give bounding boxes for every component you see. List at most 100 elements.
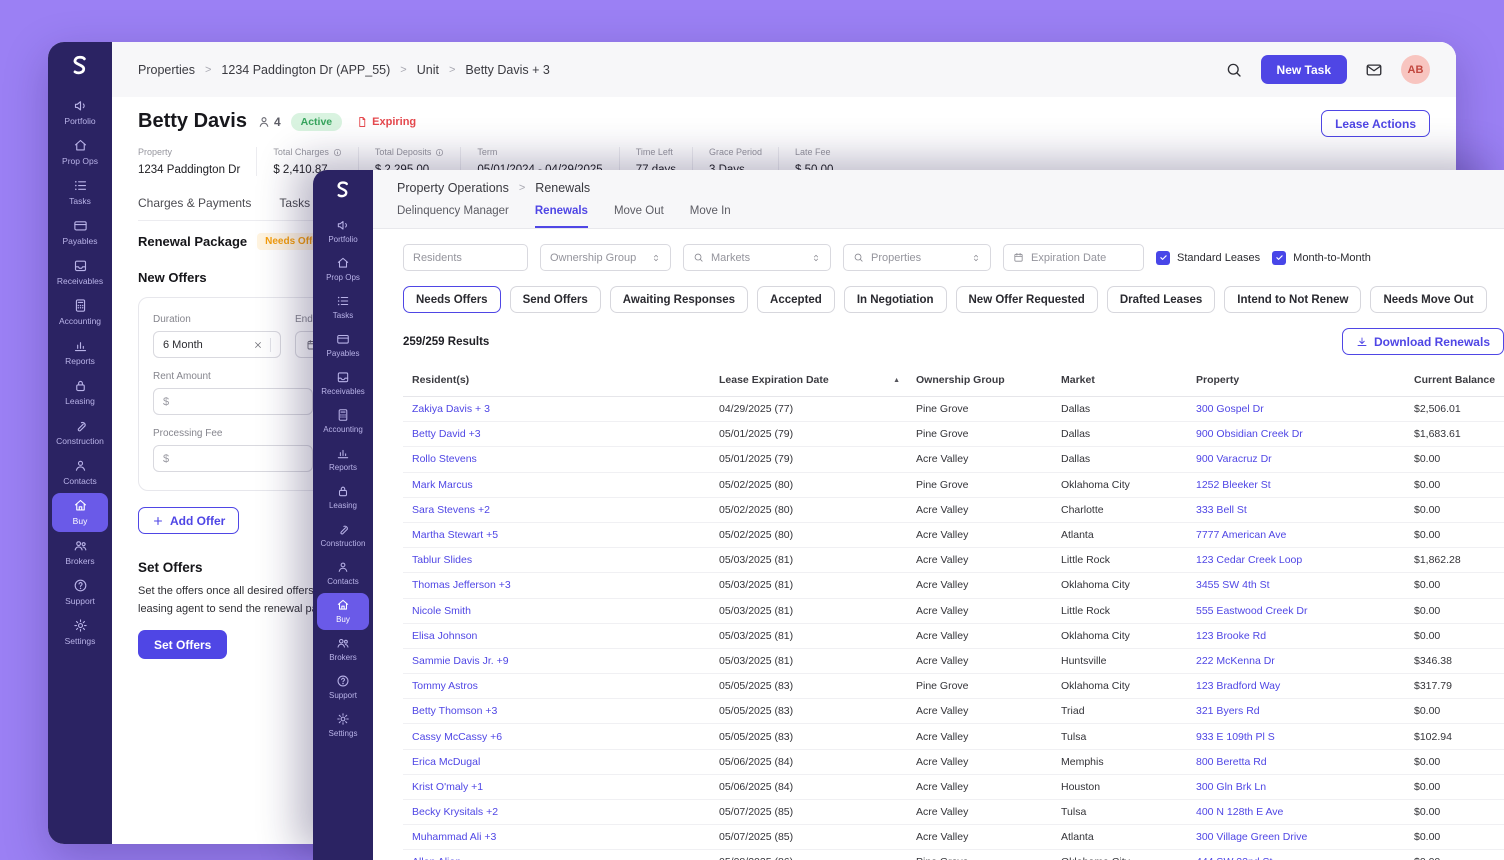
column-header-resident-s[interactable]: Resident(s)	[403, 374, 719, 386]
sidebar-item-payables[interactable]: Payables	[52, 213, 108, 252]
property-link[interactable]: 123 Bradford Way	[1196, 680, 1414, 692]
sidebar-item-brokers[interactable]: Brokers	[317, 631, 369, 668]
property-link[interactable]: 333 Bell St	[1196, 504, 1414, 516]
duration-select[interactable]: 6 Month	[153, 331, 281, 358]
property-link[interactable]: 555 Eastwood Creek Dr	[1196, 605, 1414, 617]
residents-filter-input[interactable]	[403, 244, 528, 271]
standard-leases-checkbox[interactable]: Standard Leases	[1156, 251, 1260, 265]
property-link[interactable]: 7777 American Ave	[1196, 529, 1414, 541]
rent-amount-field[interactable]	[153, 388, 313, 415]
close-icon[interactable]	[253, 340, 263, 350]
sidebar-item-construction[interactable]: Construction	[317, 517, 369, 554]
app-logo-icon[interactable]	[330, 178, 356, 204]
column-header-lease-expiration-date[interactable]: Lease Expiration Date▲	[719, 374, 916, 386]
resident-link[interactable]: Betty Thomson +3	[403, 705, 719, 717]
info-icon[interactable]	[435, 148, 444, 157]
filter-chip-needs-move-out[interactable]: Needs Move Out	[1370, 286, 1486, 313]
sort-ascending-icon[interactable]: ▲	[893, 377, 900, 384]
property-link[interactable]: 800 Beretta Rd	[1196, 756, 1414, 768]
sidebar-item-buy[interactable]: Buy	[317, 593, 369, 630]
column-header-property[interactable]: Property	[1196, 374, 1414, 386]
breadcrumb-item[interactable]: Betty Davis + 3	[465, 63, 549, 77]
sidebar-item-tasks[interactable]: Tasks	[317, 289, 369, 326]
breadcrumb-item[interactable]: Properties	[138, 63, 195, 77]
sidebar-item-support[interactable]: Support	[52, 573, 108, 612]
sidebar-item-support[interactable]: Support	[317, 669, 369, 706]
resident-link[interactable]: Muhammad Ali +3	[403, 831, 719, 843]
sidebar-item-settings[interactable]: Settings	[52, 613, 108, 652]
sidebar-item-leasing[interactable]: Leasing	[52, 373, 108, 412]
markets-filter[interactable]: Markets	[683, 244, 831, 271]
sidebar-item-tasks[interactable]: Tasks	[52, 173, 108, 212]
expiration-date-filter[interactable]: Expiration Date	[1003, 244, 1144, 271]
filter-chip-new-offer-requested[interactable]: New Offer Requested	[956, 286, 1098, 313]
resident-link[interactable]: Betty David +3	[403, 428, 719, 440]
breadcrumb-item[interactable]: Unit	[417, 63, 439, 77]
set-offers-button[interactable]: Set Offers	[138, 630, 227, 659]
sidebar-item-leasing[interactable]: Leasing	[317, 479, 369, 516]
sidebar-item-reports[interactable]: Reports	[317, 441, 369, 478]
sidebar-item-settings[interactable]: Settings	[317, 707, 369, 744]
property-link[interactable]: 222 McKenna Dr	[1196, 655, 1414, 667]
resident-link[interactable]: Erica McDugal	[403, 756, 719, 768]
sidebar-item-contacts[interactable]: Contacts	[317, 555, 369, 592]
filter-chip-drafted-leases[interactable]: Drafted Leases	[1107, 286, 1215, 313]
column-header-market[interactable]: Market	[1061, 374, 1196, 386]
mail-icon[interactable]	[1365, 61, 1383, 79]
resident-link[interactable]: Krist O'maly +1	[403, 781, 719, 793]
sidebar-item-prop-ops[interactable]: Prop Ops	[317, 251, 369, 288]
resident-link[interactable]: Rollo Stevens	[403, 453, 719, 465]
avatar[interactable]: AB	[1401, 55, 1430, 84]
resident-link[interactable]: Sara Stevens +2	[403, 504, 719, 516]
new-task-button[interactable]: New Task	[1261, 55, 1347, 84]
ownership-group-filter[interactable]: Ownership Group	[540, 244, 671, 271]
sidebar-item-accounting[interactable]: Accounting	[317, 403, 369, 440]
app-logo-icon[interactable]	[65, 52, 95, 82]
sidebar-item-accounting[interactable]: Accounting	[52, 293, 108, 332]
sidebar-item-portfolio[interactable]: Portfolio	[317, 213, 369, 250]
filter-chip-accepted[interactable]: Accepted	[757, 286, 835, 313]
property-link[interactable]: 300 Village Green Drive	[1196, 831, 1414, 843]
processing-fee-field[interactable]	[153, 445, 313, 472]
property-link[interactable]: 933 E 109th Pl S	[1196, 731, 1414, 743]
resident-link[interactable]: Zakiya Davis + 3	[403, 403, 719, 415]
resident-link[interactable]: Nicole Smith	[403, 605, 719, 617]
property-link[interactable]: 444 SW 22nd St	[1196, 856, 1414, 860]
resident-link[interactable]: Sammie Davis Jr. +9	[403, 655, 719, 667]
resident-link[interactable]: Elisa Johnson	[403, 630, 719, 642]
filter-chip-send-offers[interactable]: Send Offers	[510, 286, 601, 313]
breadcrumb-item[interactable]: 1234 Paddington Dr (APP_55)	[221, 63, 390, 77]
resident-link[interactable]: Martha Stewart +5	[403, 529, 719, 541]
filter-chip-awaiting-responses[interactable]: Awaiting Responses	[610, 286, 748, 313]
tab-move-out[interactable]: Move Out	[614, 205, 664, 228]
property-link[interactable]: 1252 Bleeker St	[1196, 479, 1414, 491]
column-header-current-balance[interactable]: Current Balance	[1414, 374, 1504, 386]
property-link[interactable]: 123 Cedar Creek Loop	[1196, 554, 1414, 566]
breadcrumb-item[interactable]: Property Operations	[397, 181, 509, 195]
resident-link[interactable]: Allen Alien	[403, 856, 719, 860]
resident-link[interactable]: Tablur Slides	[403, 554, 719, 566]
sidebar-item-payables[interactable]: Payables	[317, 327, 369, 364]
breadcrumb-item[interactable]: Renewals	[535, 181, 590, 195]
info-icon[interactable]	[333, 148, 342, 157]
property-link[interactable]: 123 Brooke Rd	[1196, 630, 1414, 642]
filter-chip-needs-offers[interactable]: Needs Offers	[403, 286, 501, 313]
sidebar-item-construction[interactable]: Construction	[52, 413, 108, 452]
tab-delinquency-manager[interactable]: Delinquency Manager	[397, 205, 509, 228]
resident-link[interactable]: Tommy Astros	[403, 680, 719, 692]
property-link[interactable]: 300 Gln Brk Ln	[1196, 781, 1414, 793]
sidebar-item-portfolio[interactable]: Portfolio	[52, 93, 108, 132]
resident-link[interactable]: Thomas Jefferson +3	[403, 579, 719, 591]
column-header-ownership-group[interactable]: Ownership Group	[916, 374, 1061, 386]
sidebar-item-buy[interactable]: Buy	[52, 493, 108, 532]
property-link[interactable]: 900 Varacruz Dr	[1196, 453, 1414, 465]
property-link[interactable]: 3455 SW 4th St	[1196, 579, 1414, 591]
property-link[interactable]: 321 Byers Rd	[1196, 705, 1414, 717]
sidebar-item-contacts[interactable]: Contacts	[52, 453, 108, 492]
properties-filter[interactable]: Properties	[843, 244, 991, 271]
month-to-month-checkbox[interactable]: Month-to-Month	[1272, 251, 1371, 265]
property-link[interactable]: 300 Gospel Dr	[1196, 403, 1414, 415]
sidebar-item-brokers[interactable]: Brokers	[52, 533, 108, 572]
lease-tab-charges-payments[interactable]: Charges & Payments	[138, 196, 251, 210]
tab-move-in[interactable]: Move In	[690, 205, 731, 228]
